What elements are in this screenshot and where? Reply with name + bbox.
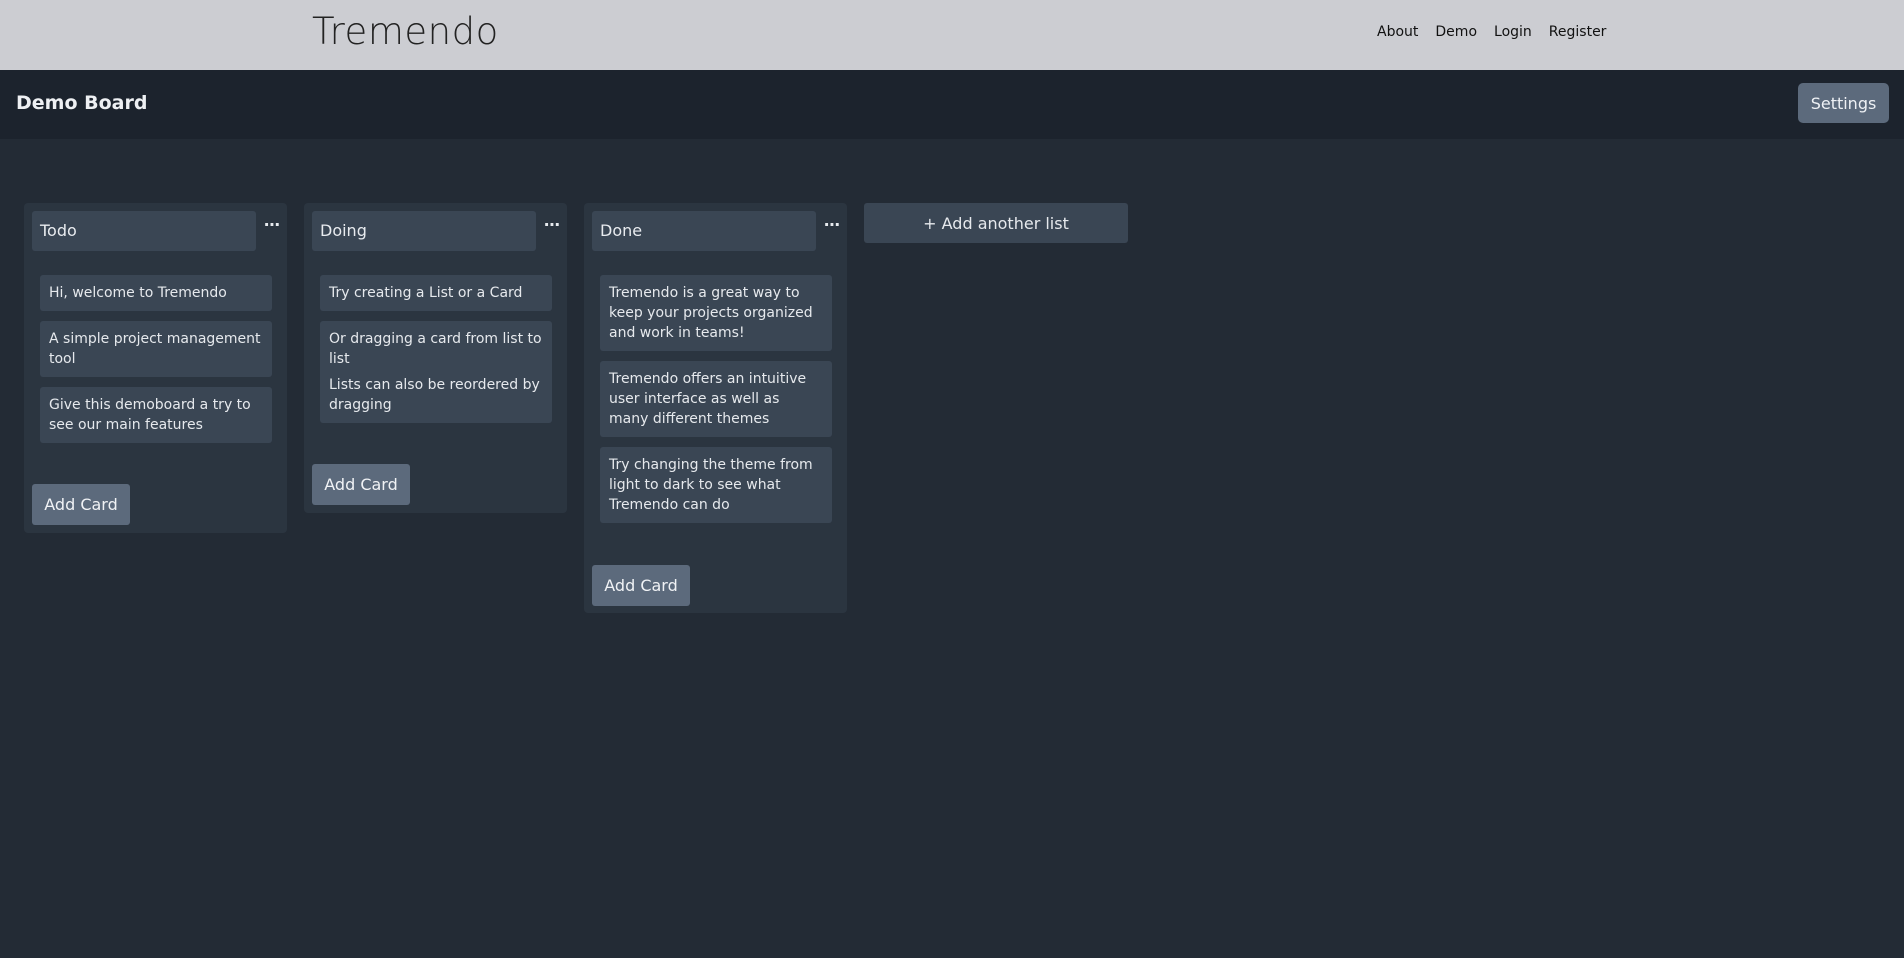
card[interactable]: Try creating a List or a Card — [320, 275, 552, 311]
nav-link-demo[interactable]: Demo — [1435, 24, 1477, 40]
settings-button[interactable]: Settings — [1798, 83, 1889, 123]
add-card-button[interactable]: Add Card — [592, 565, 690, 606]
top-navbar: Tremendo About Demo Login Register — [0, 0, 1904, 70]
card[interactable]: Tremendo is a great way to keep your pro… — [600, 275, 832, 351]
card[interactable]: A simple project management tool — [40, 321, 272, 377]
nav-link-register[interactable]: Register — [1549, 24, 1607, 40]
list-title[interactable]: Done — [592, 211, 816, 251]
card[interactable]: Lists can also be reordered by dragging — [320, 367, 552, 423]
add-another-list-button[interactable]: + Add another list — [864, 203, 1128, 243]
nav-links: About Demo Login Register — [1377, 24, 1623, 40]
board-title: Demo Board — [16, 92, 148, 114]
card[interactable]: Tremendo offers an intuitive user interf… — [600, 361, 832, 437]
card[interactable]: Give this demoboard a try to see our mai… — [40, 387, 272, 443]
add-card-button[interactable]: Add Card — [32, 484, 130, 525]
list-title[interactable]: Doing — [312, 211, 536, 251]
list-done[interactable]: Done ⋯ Tremendo is a great way to keep y… — [584, 203, 847, 613]
list-todo[interactable]: Todo ⋯ Hi, welcome to Tremendo A simple … — [24, 203, 287, 533]
board-header: Demo Board Settings — [0, 70, 1904, 139]
card[interactable]: Try changing the theme from light to dar… — [600, 447, 832, 523]
more-horizontal-icon[interactable]: ⋯ — [543, 215, 561, 235]
nav-link-login[interactable]: Login — [1494, 24, 1532, 40]
card[interactable]: Hi, welcome to Tremendo — [40, 275, 272, 311]
nav-link-about[interactable]: About — [1377, 24, 1418, 40]
list-doing[interactable]: Doing ⋯ Try creating a List or a Card Or… — [304, 203, 567, 513]
more-horizontal-icon[interactable]: ⋯ — [823, 215, 841, 235]
list-title[interactable]: Todo — [32, 211, 256, 251]
add-card-button[interactable]: Add Card — [312, 464, 410, 505]
brand-logo[interactable]: Tremendo — [312, 10, 499, 53]
more-horizontal-icon[interactable]: ⋯ — [263, 215, 281, 235]
